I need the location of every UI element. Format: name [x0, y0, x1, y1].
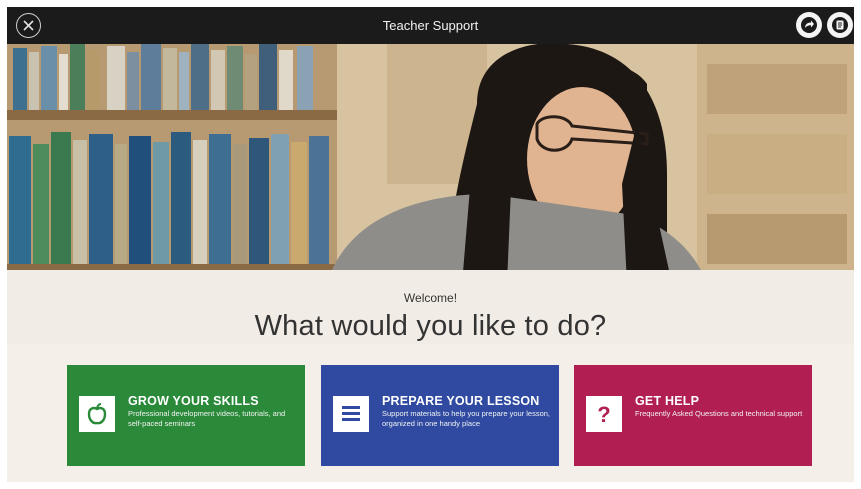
card-title: PREPARE YOUR LESSON	[382, 394, 540, 408]
window-title: Teacher Support	[382, 18, 479, 33]
apple-icon	[79, 396, 115, 432]
prepare-your-lesson-card[interactable]: PREPARE YOUR LESSON Support materials to…	[321, 365, 559, 466]
card-description: Frequently Asked Questions and technical…	[635, 409, 803, 418]
get-help-card[interactable]: ? GET HELP Frequently Asked Questions an…	[574, 365, 812, 466]
question-mark-icon: ?	[586, 396, 622, 432]
notes-icon[interactable]	[827, 12, 853, 38]
svg-text:?: ?	[597, 402, 610, 427]
title-bar: Teacher Support	[7, 7, 854, 44]
welcome-text: Welcome!	[403, 291, 458, 305]
document-lines-icon	[333, 396, 369, 432]
card-title: GET HELP	[635, 394, 700, 408]
hero-image: Welcome! What would you like to do? GROW…	[7, 44, 854, 482]
grow-your-skills-card[interactable]: GROW YOUR SKILLS Professional developmen…	[67, 365, 305, 466]
share-icon[interactable]	[796, 12, 822, 38]
page-headline: What would you like to do?	[254, 310, 607, 342]
card-description: Support materials to help you prepare yo…	[382, 409, 551, 428]
card-description: Professional development videos, tutoria…	[128, 409, 286, 428]
card-title: GROW YOUR SKILLS	[128, 394, 259, 408]
app-frame: Teacher Support Welcome! What would you …	[0, 0, 861, 489]
